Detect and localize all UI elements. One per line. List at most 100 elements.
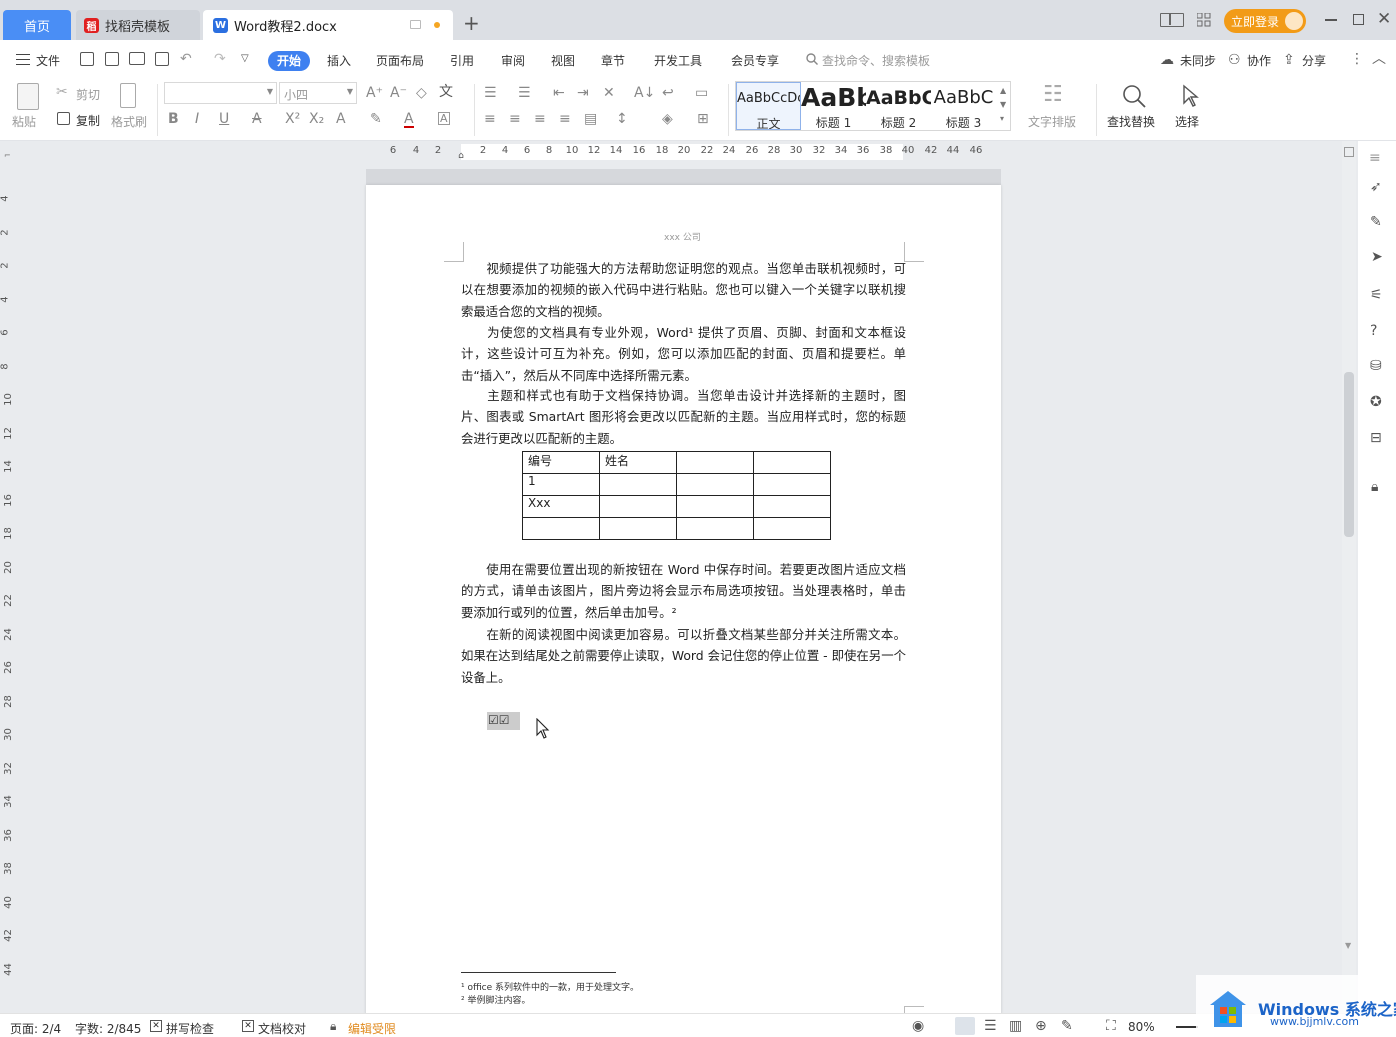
scroll-down-icon[interactable]: ▼ [1345,941,1351,950]
decrease-indent-icon[interactable]: ⇤ [553,86,565,100]
font-color-icon[interactable]: A [404,112,414,128]
quick-access-dropdown-icon[interactable]: ▽ [241,54,249,64]
menu-review[interactable]: 审阅 [501,52,525,69]
help-icon[interactable]: ? [1370,324,1377,338]
justify-icon[interactable]: ≡ [559,112,571,126]
bullets-icon[interactable]: ☰ [484,86,497,100]
superscript-icon[interactable]: X² [285,112,300,126]
export-pdf-icon[interactable] [105,52,119,66]
rocket-icon[interactable]: ➶ [1370,180,1382,194]
clear-format-icon[interactable]: ◇ [416,86,427,100]
save-icon[interactable] [80,52,94,66]
tab-home[interactable]: 首页 [3,10,71,40]
style-normal[interactable]: AaBbCcDc 正文 [736,82,801,130]
tab-document[interactable]: W Word教程2.docx [203,10,453,40]
text-layout-button[interactable]: 文字排版 [1028,113,1076,130]
style-heading2[interactable]: AaBbC 标题 2 [866,82,931,130]
decrease-font-icon[interactable]: A⁻ [390,86,407,100]
table-cell[interactable]: 编号 [522,451,600,474]
paragraph[interactable]: 为使您的文档具有专业外观，Word¹ 提供了页眉、页脚、封面和文本框设计，这些设… [461,322,906,386]
adjust-icon[interactable]: ⚟ [1370,288,1383,302]
tab-templates[interactable]: 稻 找稻壳模板 [76,10,200,40]
table-cell[interactable]: Xxx [522,495,600,518]
page-view-icon[interactable] [955,1017,975,1035]
menu-developer[interactable]: 开发工具 [654,52,702,69]
checkbox-symbols[interactable]: ☑☑ [487,712,520,730]
vertical-ruler[interactable]: 4 2 2 4 6 8 10 12 14 16 18 20 22 24 26 28 30 32 34 36 38 40 42… [0,163,18,1013]
scrollbar-thumb[interactable] [1344,372,1354,537]
table-cell[interactable]: 1 [522,473,600,496]
redo-icon[interactable]: ↷ [214,52,226,66]
screen-icon[interactable] [410,20,421,29]
reading-view-icon[interactable]: ▥ [1009,1019,1022,1033]
collaborate-button[interactable]: 协作 [1247,52,1271,69]
table-cell[interactable] [753,451,831,474]
select-button[interactable]: 选择 [1175,113,1199,130]
numbering-icon[interactable]: ☰ [518,86,531,100]
menu-references[interactable]: 引用 [450,52,474,69]
paragraph[interactable]: 主题和样式也有助于文档保持协调。当您单击设计并选择新的主题时，图片、图表或 Sm… [461,385,906,449]
copy-button[interactable]: 复制 [76,112,100,129]
increase-indent-icon[interactable]: ⇥ [577,86,589,100]
panel-menu-icon[interactable]: ≡ [1369,151,1381,165]
book-icon[interactable]: ⊟ [1370,431,1382,445]
tab-stop-icon[interactable]: ⌐ [4,151,11,160]
menu-start[interactable]: 开始 [268,51,310,71]
lock-icon[interactable]: 🔒︎ [1371,480,1378,494]
style-heading1[interactable]: AaBb 标题 1 [801,82,866,130]
print-preview-icon[interactable] [155,52,169,66]
line-spacing-icon[interactable]: ↕ [616,112,628,126]
paragraph[interactable]: 视频提供了功能强大的方法帮助您证明您的观点。当您单击联机视频时，可以在想要添加的… [461,258,906,322]
align-center-icon[interactable]: ≡ [509,112,521,126]
tabs-ruler-icon[interactable]: ▭ [695,86,708,100]
table-cell[interactable] [676,495,754,518]
styles-scroll-icon[interactable]: ▲ ▼ ▾ [1000,84,1006,126]
bold-icon[interactable]: B [168,112,179,126]
borders-icon[interactable]: ⊞ [697,112,709,126]
cut-button[interactable]: 剪切 [76,86,100,103]
web-view-icon[interactable]: ⊕ [1035,1019,1047,1033]
backup-icon[interactable]: ⛁ [1370,359,1382,373]
subscript-icon[interactable]: X₂ [309,112,324,126]
distributed-icon[interactable]: ▤ [584,112,597,126]
table-cell[interactable] [676,451,754,474]
menu-insert[interactable]: 插入 [327,52,351,69]
cursor-icon[interactable]: ➤ [1371,250,1383,264]
paragraph-mark-icon[interactable]: ↩ [662,86,674,100]
sort-icon[interactable]: A↓ [634,86,655,100]
proofread-button[interactable]: 文档校对 [258,1020,306,1037]
strikethrough-icon[interactable]: A [252,112,262,126]
layout-toggle-icon[interactable] [1160,13,1184,27]
word-count[interactable]: 字数: 2/845 [75,1020,141,1037]
table-cell[interactable]: 姓名 [599,451,677,474]
new-tab-icon[interactable]: + [463,13,480,33]
eye-protection-icon[interactable]: ◉ [912,1019,924,1033]
format-painter-button[interactable]: 格式刷 [111,113,147,130]
menu-page-layout[interactable]: 页面布局 [376,52,424,69]
apps-grid-icon[interactable] [1197,13,1211,27]
table-cell[interactable] [753,517,831,540]
maximize-icon[interactable] [1353,14,1364,25]
menu-file[interactable]: 文件 [36,52,60,69]
align-right-icon[interactable]: ≡ [534,112,546,126]
more-options-icon[interactable]: ⋮ [1350,52,1364,66]
collapse-ribbon-icon[interactable]: ︿ [1372,52,1386,66]
write-view-icon[interactable]: ✎ [1061,1019,1073,1033]
close-icon[interactable]: ✕ [1377,9,1391,29]
vertical-scrollbar[interactable] [1342,141,1356,1013]
menu-view[interactable]: 视图 [551,52,575,69]
find-replace-button[interactable]: 查找替换 [1107,113,1155,130]
table-cell[interactable] [676,517,754,540]
split-view-icon[interactable] [1344,147,1354,157]
paragraph[interactable]: 使用在需要位置出现的新按钮在 Word 中保存时间。若要更改图片适应文档的方式，… [461,559,906,623]
table-cell[interactable] [599,517,677,540]
horizontal-ruler[interactable] [0,141,1340,163]
minimize-icon[interactable] [1325,19,1337,21]
page-header[interactable]: xxx 公司 [664,230,701,243]
undo-icon[interactable]: ↶ [180,52,192,66]
menu-membership[interactable]: 会员专享 [731,52,779,69]
paragraph[interactable]: 在新的阅读视图中阅读更加容易。可以折叠文档某些部分并关注所需文本。如果在达到结尾… [461,624,906,688]
highlight-icon[interactable]: ✎ [370,112,382,126]
table-cell[interactable] [753,473,831,496]
table-cell[interactable] [599,495,677,518]
